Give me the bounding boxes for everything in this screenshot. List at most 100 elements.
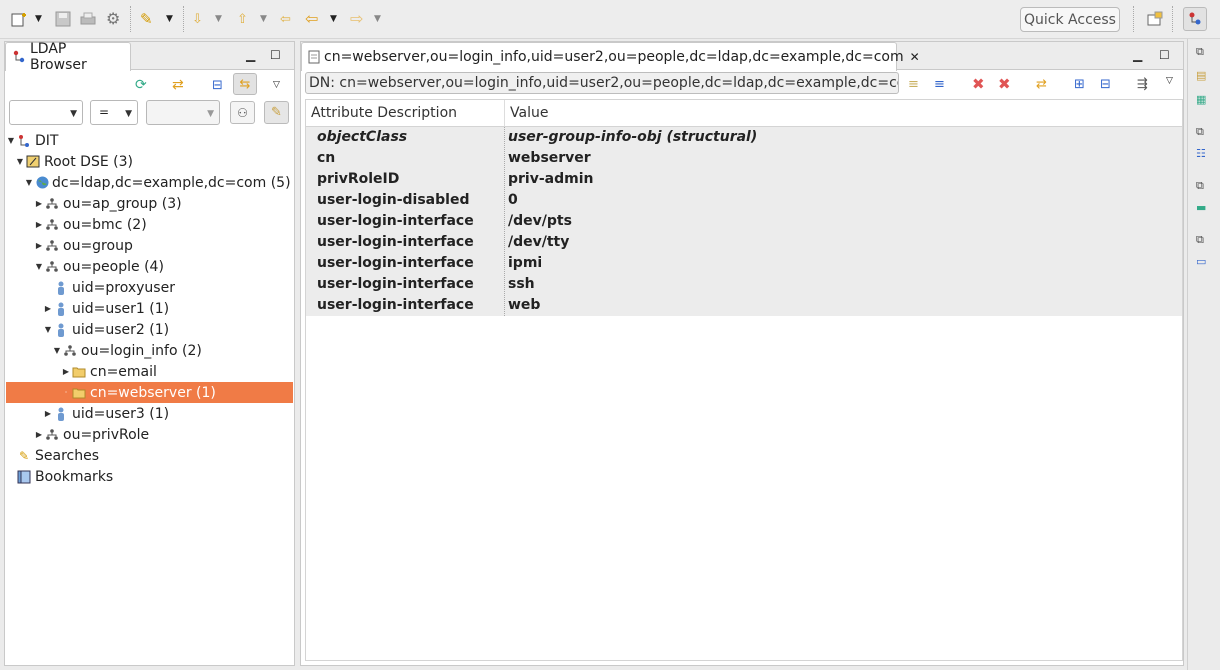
attribute-value[interactable]: webserver <box>508 150 591 166</box>
tree-item-searches[interactable]: ✎ Searches <box>6 445 293 466</box>
new-value-icon[interactable]: ≡ <box>908 74 919 94</box>
restore-icon[interactable]: ⧉ <box>1196 125 1204 139</box>
chevron-down-icon[interactable]: ▼ <box>215 9 222 29</box>
attribute-value[interactable]: /dev/pts <box>508 213 572 229</box>
minimize-icon[interactable]: ▁ <box>1133 48 1142 62</box>
expand-arrow-icon[interactable]: ▼ <box>52 346 62 355</box>
reload-icon[interactable]: ⇄ <box>172 75 184 95</box>
ldap-servers-icon[interactable]: ▤ <box>1196 69 1206 82</box>
tab-ldap-browser[interactable]: LDAP Browser <box>5 41 131 73</box>
tree-item-root-dse[interactable]: ▼ Root DSE (3) <box>6 151 293 172</box>
tree-item-cn-email[interactable]: ▶ cn=email <box>6 361 293 382</box>
attribute-value[interactable]: ipmi <box>508 255 542 271</box>
quick-access-field[interactable]: Quick Access <box>1020 7 1120 32</box>
expand-arrow-icon[interactable]: ▼ <box>43 325 53 334</box>
expand-arrow-icon[interactable]: ▼ <box>6 136 16 145</box>
tree-item-ou-bmc[interactable]: ▶ ou=bmc (2) <box>6 214 293 235</box>
save-icon[interactable] <box>55 9 71 29</box>
tree-item-uid-user3[interactable]: ▶ uid=user3 (1) <box>6 403 293 424</box>
expand-arrow-icon[interactable]: ▶ <box>34 430 44 439</box>
chevron-down-icon[interactable]: ▼ <box>166 9 173 29</box>
restore-icon[interactable]: ⧉ <box>1196 233 1204 247</box>
chevron-down-icon[interactable]: ▼ <box>330 9 337 29</box>
attribute-value[interactable]: priv-admin <box>508 171 593 187</box>
table-row[interactable]: user-login-interface/dev/pts <box>306 211 1182 232</box>
column-header-value[interactable]: Value <box>505 100 1182 127</box>
collapse-all-icon[interactable]: ⊟ <box>212 75 223 95</box>
view-menu-icon[interactable]: ▽ <box>273 75 280 95</box>
table-row[interactable]: privRoleID priv-admin <box>306 169 1182 190</box>
expand-arrow-icon[interactable]: ▶ <box>43 304 53 313</box>
tab-entry-editor[interactable]: cn=webserver,ou=login_info,uid=user2,ou=… <box>301 42 920 71</box>
settings-icon[interactable]: ⚙ <box>106 9 120 29</box>
expand-arrow-icon[interactable]: ▼ <box>15 157 25 166</box>
refresh-icon[interactable]: ⇄ <box>1036 74 1047 94</box>
outline-icon[interactable]: ☷ <box>1196 147 1206 160</box>
modification-logs-icon[interactable]: ▭ <box>1196 255 1206 268</box>
tree-item-base-dn[interactable]: ▼ dc=ldap,dc=example,dc=com (5) <box>6 172 293 193</box>
open-perspective-icon[interactable] <box>1147 9 1163 29</box>
column-header-attribute[interactable]: Attribute Description <box>306 100 505 127</box>
expand-arrow-icon[interactable]: ▶ <box>34 220 44 229</box>
table-row[interactable]: user-login-disabled 0 <box>306 190 1182 211</box>
refresh-connection-icon[interactable]: ⟳ <box>135 75 147 95</box>
view-menu-icon[interactable]: ▽ <box>1166 71 1173 91</box>
expand-arrow-icon[interactable]: ▼ <box>34 262 44 271</box>
tree-item-ou-group[interactable]: ▶ ou=group <box>6 235 293 256</box>
chevron-down-icon[interactable]: ▼ <box>35 9 42 29</box>
expand-all-icon[interactable]: ⊞ <box>1074 74 1085 94</box>
expand-arrow-icon[interactable]: ▼ <box>24 178 34 187</box>
tree-item-bookmarks[interactable]: Bookmarks <box>6 466 293 487</box>
table-row[interactable]: user-login-interface web <box>306 295 1182 316</box>
attribute-value[interactable]: web <box>508 297 540 313</box>
tree-item-uid-proxyuser[interactable]: uid=proxyuser <box>6 277 293 298</box>
new-icon[interactable] <box>10 9 28 29</box>
tree-item-uid-user2[interactable]: ▼ uid=user2 (1) <box>6 319 293 340</box>
expand-arrow-icon[interactable]: ▶ <box>34 241 44 250</box>
expand-arrow-icon[interactable]: ▶ <box>61 367 71 376</box>
collapse-all-icon[interactable]: ⊟ <box>1100 74 1111 94</box>
tree-item-ou-ap-group[interactable]: ▶ ou=ap_group (3) <box>6 193 293 214</box>
table-row[interactable]: cn webserver <box>306 148 1182 169</box>
attribute-value[interactable]: user-group-info-obj (structural) <box>508 129 757 145</box>
tree-item-ou-privrole[interactable]: ▶ ou=privRole <box>6 424 293 445</box>
table-row[interactable]: objectClass user-group-info-obj (structur… <box>306 127 1182 148</box>
quick-search-value-combo[interactable]: ▼ <box>146 100 220 125</box>
quick-filter-icon[interactable]: ⇶ <box>1137 74 1148 94</box>
expand-arrow-icon[interactable]: · <box>61 388 71 397</box>
close-icon[interactable]: ✕ <box>910 50 920 64</box>
maximize-icon[interactable]: ☐ <box>1159 48 1170 62</box>
restore-icon[interactable]: ⧉ <box>1196 45 1204 59</box>
progress-icon[interactable]: ▬ <box>1196 201 1206 214</box>
next-annotation-icon[interactable]: ⇩ <box>192 9 203 29</box>
attribute-value[interactable]: 0 <box>508 192 518 208</box>
tree-item-cn-webserver[interactable]: · cn=webserver (1) <box>6 382 293 403</box>
minimize-icon[interactable]: ▁ <box>246 48 255 62</box>
new-attribute-icon[interactable]: ≡ <box>934 74 945 94</box>
expand-arrow-icon[interactable]: ▶ <box>34 199 44 208</box>
table-row[interactable]: user-login-interface ssh <box>306 274 1182 295</box>
tree-item-uid-user1[interactable]: ▶ uid=user1 (1) <box>6 298 293 319</box>
maximize-icon[interactable]: ☐ <box>270 48 281 62</box>
attribute-value[interactable]: /dev/tty <box>508 234 569 250</box>
quick-search-run-icon[interactable]: ✎ <box>264 101 289 124</box>
ldap-perspective-icon[interactable] <box>1183 7 1207 31</box>
prev-annotation-icon[interactable]: ⇧ <box>237 9 248 29</box>
table-row[interactable]: user-login-interface ipmi <box>306 253 1182 274</box>
quick-search-attribute-combo[interactable]: ▼ <box>9 100 83 125</box>
attribute-value[interactable]: ssh <box>508 276 535 292</box>
delete-all-icon[interactable]: ✖ <box>998 74 1011 94</box>
tree-item-ou-login-info[interactable]: ▼ ou=login_info (2) <box>6 340 293 361</box>
connection-icon[interactable]: ✎ <box>140 9 153 29</box>
restore-icon[interactable]: ⧉ <box>1196 179 1204 193</box>
forward-icon[interactable]: ⇨ <box>350 9 363 29</box>
quick-search-tree-icon[interactable]: ⚇ <box>230 101 255 124</box>
expand-arrow-icon[interactable]: ▶ <box>43 409 53 418</box>
link-with-editor-icon[interactable]: ⇆ <box>233 73 257 95</box>
chevron-down-icon[interactable]: ▼ <box>260 9 267 29</box>
ldap-connections-icon[interactable]: ▦ <box>1196 93 1206 106</box>
last-edit-icon[interactable]: ⇦ <box>280 9 291 29</box>
quick-search-operator-combo[interactable]: = ▼ <box>90 100 138 125</box>
back-icon[interactable]: ⇦ <box>305 9 318 29</box>
print-icon[interactable] <box>80 9 96 29</box>
